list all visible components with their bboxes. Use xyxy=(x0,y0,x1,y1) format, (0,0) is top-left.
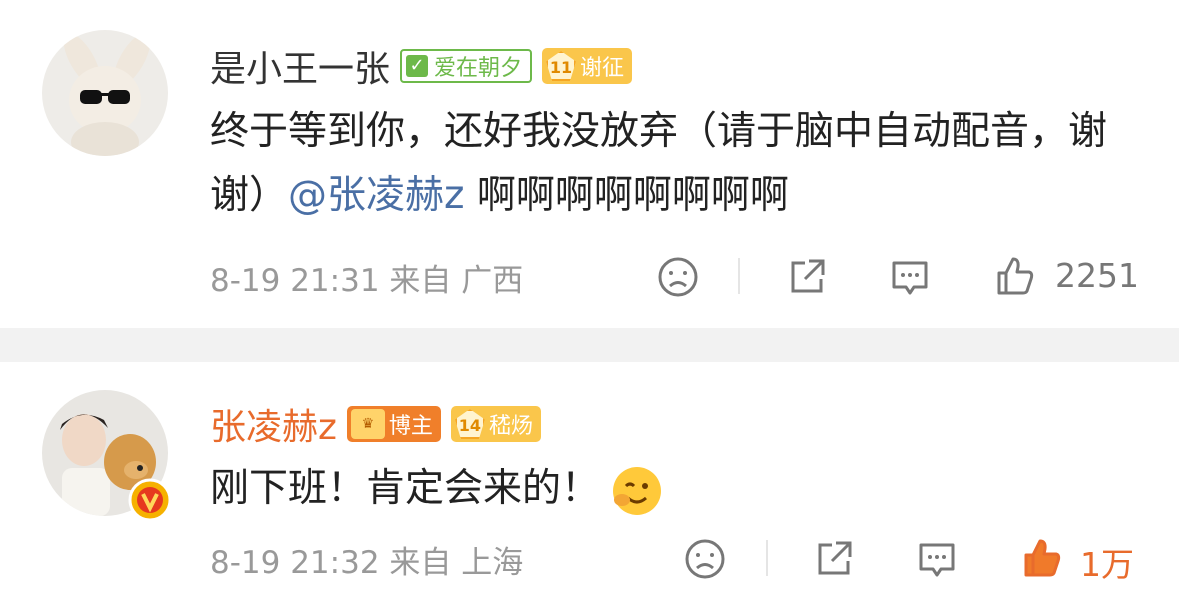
avatar[interactable] xyxy=(42,30,168,156)
level-number: 11 xyxy=(546,51,577,81)
timestamp: 8-19 21:31 xyxy=(210,263,380,299)
dislike-face-icon[interactable] xyxy=(656,255,700,299)
section-divider xyxy=(0,328,1179,362)
comment-icon[interactable] xyxy=(888,255,932,299)
divider xyxy=(738,258,740,294)
comment-meta: 8-19 21:31 来自 广西 xyxy=(210,255,523,300)
fan-badge[interactable]: ✓ 爱在朝夕 xyxy=(400,49,533,83)
level-label: 嵇炀 xyxy=(488,414,533,439)
action-bar: 1万 xyxy=(650,534,1150,584)
location: 来自 广西 xyxy=(389,263,524,299)
check-icon: ✓ xyxy=(406,55,429,77)
comment-meta: 8-19 21:32 来自 上海 xyxy=(210,537,523,582)
like-icon[interactable] xyxy=(993,255,1037,299)
comment-item: 是小王一张 ✓ 爱在朝夕 11 谢征 终于等到你，还好我没放弃（请于脑中自动配音… xyxy=(0,0,1179,328)
level-label: 谢征 xyxy=(580,56,625,81)
mention-link[interactable]: @张凌赫z xyxy=(288,173,464,218)
dislike-face-icon[interactable] xyxy=(683,537,727,581)
like-count: 1万 xyxy=(1080,545,1134,584)
level-number: 14 xyxy=(454,409,485,439)
share-icon[interactable] xyxy=(785,255,829,299)
timestamp: 8-19 21:32 xyxy=(210,545,380,581)
comment-text: 刚下班！肯定会来的！ xyxy=(210,457,1110,521)
comment-text: 终于等到你，还好我没放弃（请于脑中自动配音，谢谢）@张凌赫z 啊啊啊啊啊啊啊啊 xyxy=(210,109,1108,218)
like-count: 2251 xyxy=(1055,256,1139,295)
comment-icon[interactable] xyxy=(915,537,959,581)
divider xyxy=(766,540,768,576)
location: 来自 上海 xyxy=(389,545,524,581)
action-bar: 2251 xyxy=(650,252,1150,302)
username[interactable]: 是小王一张 xyxy=(210,40,390,92)
crown-icon: ♛ xyxy=(350,409,385,439)
level-badge[interactable]: 11 谢征 xyxy=(542,48,633,84)
username[interactable]: 张凌赫z xyxy=(210,398,337,450)
host-badge[interactable]: ♛ 博主 xyxy=(346,406,441,442)
verified-badge-icon xyxy=(128,478,172,522)
level-badge[interactable]: 14 嵇炀 xyxy=(450,406,541,442)
share-icon[interactable] xyxy=(812,537,856,581)
comment-item: 张凌赫z ♛ 博主 14 嵇炀 刚下班！肯定会来的！ 8-19 21:32 来自… xyxy=(0,362,1179,612)
wink-emoji-icon xyxy=(613,466,662,515)
like-icon[interactable] xyxy=(1020,537,1064,581)
